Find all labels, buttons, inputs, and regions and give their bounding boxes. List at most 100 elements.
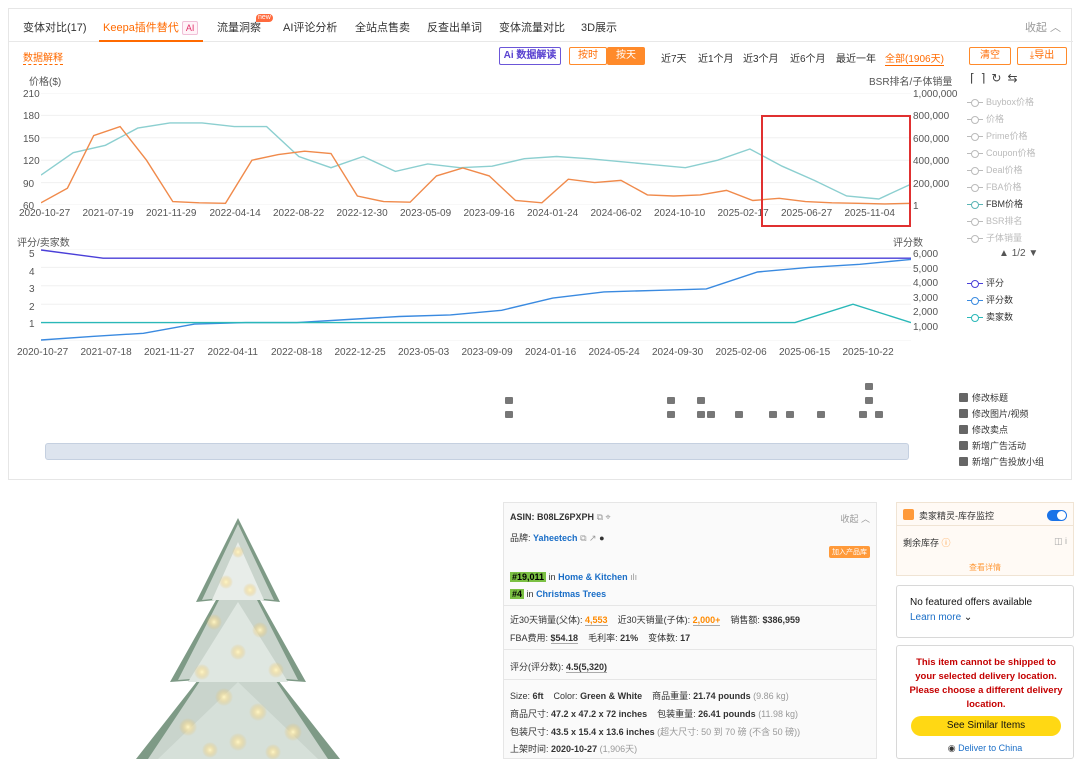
y-tick-label: 5 <box>29 249 35 260</box>
collapse-label: 收起 <box>1024 22 1047 34</box>
legend-marker-icon <box>967 149 983 159</box>
ai-read-button[interactable]: Ai 数据解读 <box>499 47 561 65</box>
deliver-to[interactable]: ◉ Deliver to China <box>897 743 1073 754</box>
legend-item[interactable]: 评分 <box>967 276 1004 289</box>
range-3m[interactable]: 近3个月 <box>743 50 779 65</box>
event-marker[interactable] <box>505 397 513 404</box>
rating-chart[interactable] <box>41 249 911 341</box>
granularity-hour[interactable]: 按时 <box>569 47 607 65</box>
event-marker[interactable] <box>735 411 743 418</box>
event-marker[interactable] <box>769 411 777 418</box>
copy-icon[interactable]: ⧉ <box>597 512 603 522</box>
inventory-detail-link[interactable]: 查看详情 <box>897 562 1073 573</box>
range-1m[interactable]: 近1个月 <box>698 50 734 65</box>
rank1-category[interactable]: Home & Kitchen <box>558 572 628 582</box>
bar-chart-icon[interactable]: ılı <box>630 572 637 582</box>
event-legend-label: 修改卖点 <box>972 425 1009 435</box>
crop-right-icon[interactable]: ⌉ <box>981 71 992 85</box>
x-tick-label: 2022-12-30 <box>336 208 388 219</box>
tab-variant-traffic[interactable]: 变体流量对比 <box>499 19 565 35</box>
event-marker[interactable] <box>786 411 794 418</box>
pkg-size-note: (超大尺寸: 50 到 70 磅 (不含 50 磅)) <box>657 727 801 737</box>
tab-all-sites[interactable]: 全站点售卖 <box>355 19 410 35</box>
legend-item[interactable]: 子体销量 <box>967 231 1022 244</box>
legend-marker-icon <box>967 313 983 323</box>
tab-keepa[interactable]: Keepa插件替代 AI <box>103 19 199 35</box>
event-marker[interactable] <box>865 397 873 404</box>
legend-item[interactable]: Deal价格 <box>967 163 1023 176</box>
legend-item[interactable]: FBA价格 <box>967 180 1022 193</box>
tab-traffic[interactable]: 流量洞察 <box>217 19 261 35</box>
refresh-icon[interactable]: ↻ <box>991 71 1007 85</box>
range-7d[interactable]: 近7天 <box>661 50 687 65</box>
location-pin-icon: ◉ <box>947 743 956 753</box>
learn-more-link[interactable]: Learn more ⌄ <box>910 612 972 623</box>
crop-left-icon[interactable]: ⌈ <box>970 71 981 85</box>
margin-label: 毛利率: <box>588 633 618 643</box>
variants-label: 变体数: <box>648 633 678 643</box>
legend-item[interactable]: 评分数 <box>967 293 1013 306</box>
location-icon[interactable]: ⌖ <box>606 512 611 522</box>
range-6m[interactable]: 近6个月 <box>790 50 826 65</box>
event-marker[interactable] <box>667 397 675 404</box>
event-marker[interactable] <box>697 397 705 404</box>
help-icon[interactable]: ⓘ <box>942 538 951 548</box>
swap-icon[interactable]: ⇆ <box>1007 71 1023 85</box>
tab-variant-compare[interactable]: 变体对比(17) <box>23 19 87 35</box>
asin-value[interactable]: B08LZ6PXPH <box>537 512 594 522</box>
range-1y[interactable]: 最近一年 <box>836 50 876 65</box>
rank2-category[interactable]: Christmas Trees <box>536 589 606 599</box>
legend-label: 评分 <box>986 278 1005 288</box>
pkg-dim-value: 43.5 x 15.4 x 13.6 inches <box>551 727 655 737</box>
see-similar-button[interactable]: See Similar Items <box>911 716 1061 736</box>
camera-icon[interactable]: ◫ i <box>1054 536 1067 547</box>
tab-ai-review[interactable]: AI评论分析 <box>283 19 337 35</box>
legend-marker-icon <box>967 200 983 210</box>
event-marker[interactable] <box>697 411 705 418</box>
event-marker[interactable] <box>505 411 513 418</box>
timeline-scrollbar[interactable] <box>45 443 909 460</box>
weight-label: 商品重量: <box>652 691 691 701</box>
legend-item[interactable]: BSR排名 <box>967 214 1023 227</box>
event-marker[interactable] <box>859 411 867 418</box>
x-tick-label: 2024-05-24 <box>588 347 640 358</box>
x-tick-label: 2021-07-19 <box>82 208 134 219</box>
y2-tick-label: 1 <box>913 201 919 212</box>
legend-item[interactable]: 价格 <box>967 112 1004 125</box>
event-marker[interactable] <box>817 411 825 418</box>
event-marker[interactable] <box>875 411 883 418</box>
tab-reverse-keywords[interactable]: 反查出单词 <box>427 19 482 35</box>
legend-label: FBM价格 <box>986 199 1023 209</box>
product-info-card: ASIN: B08LZ6PXPH ⧉ ⌖ 收起 ︿ 品牌: Yaheetech … <box>503 502 877 759</box>
y2-tick-label: 6,000 <box>913 249 939 260</box>
add-product-tag[interactable]: 加入产品库 <box>829 546 870 558</box>
brand-link[interactable]: Yaheetech <box>533 533 578 543</box>
event-marker[interactable] <box>707 411 715 418</box>
collapse-button[interactable]: 收起 ︿ <box>1025 19 1061 35</box>
x-tick-label: 2023-09-16 <box>463 208 515 219</box>
y2-tick-label: 800,000 <box>913 111 950 123</box>
legend-item[interactable]: Prime价格 <box>967 129 1028 142</box>
tab-3d[interactable]: 3D展示 <box>581 19 617 35</box>
copy-icon[interactable]: ⧉ <box>580 533 586 543</box>
legend-pager[interactable]: ▲ 1/2 ▼ <box>999 248 1038 259</box>
legend-item[interactable]: Buybox价格 <box>967 95 1034 108</box>
legend-item[interactable]: FBM价格 <box>967 197 1023 210</box>
data-explain-link[interactable]: 数据解释 <box>23 49 63 65</box>
export-button[interactable]: ⤓导出 <box>1017 47 1067 65</box>
info-collapse[interactable]: 收起 ︿ <box>840 512 870 525</box>
event-marker[interactable] <box>865 383 873 390</box>
range-all[interactable]: 全部(1906天) <box>885 50 944 66</box>
clear-button[interactable]: 清空 <box>969 47 1011 65</box>
sales-child-label: 近30天销量(子体): <box>617 615 691 625</box>
weight-value: 21.74 pounds <box>693 691 751 701</box>
rank2-in: in <box>526 589 534 599</box>
event-marker[interactable] <box>667 411 675 418</box>
external-link-icon[interactable]: ↗ <box>589 533 597 543</box>
granularity-day[interactable]: 按天 <box>607 47 645 65</box>
inventory-toggle[interactable] <box>1047 510 1067 521</box>
legend-item[interactable]: Coupon价格 <box>967 146 1036 159</box>
chart2-y-right-title: 评分数 <box>893 238 923 249</box>
legend-item[interactable]: 卖家数 <box>967 310 1013 323</box>
rating-value: 4.5(5,320) <box>566 662 608 673</box>
